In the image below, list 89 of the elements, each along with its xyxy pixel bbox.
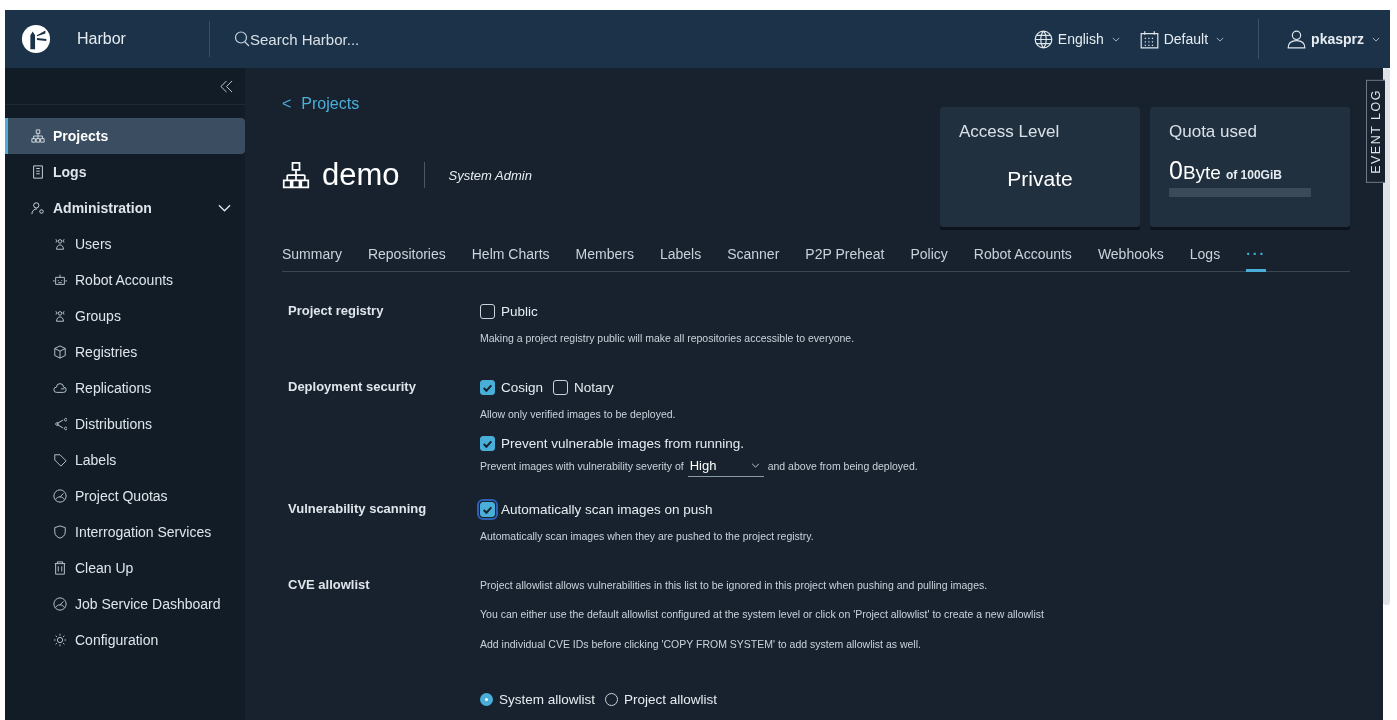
nav-item[interactable]: Users (5, 226, 245, 262)
help-text: Making a project registry public will make all repositories accessible to everyone. (480, 331, 855, 346)
hierarchy-icon (31, 129, 45, 143)
severity-select[interactable]: High (687, 455, 764, 477)
cloud-icon (53, 381, 67, 395)
calendar-icon (1139, 29, 1159, 49)
help-text: and above from being deployed. (767, 459, 918, 474)
nav-item[interactable]: Distributions (5, 406, 245, 442)
radio-option[interactable]: System allowlist (480, 691, 596, 707)
product-name: Harbor (77, 30, 126, 48)
quota-unit: Byte (1182, 162, 1221, 184)
tab[interactable]: Policy (910, 246, 948, 272)
quota-amount: 0 (1169, 156, 1183, 185)
scrollbar[interactable] (1383, 68, 1390, 605)
tab[interactable]: Members (575, 246, 634, 272)
card-title: Quota used (1169, 122, 1258, 142)
radio-option[interactable]: Project allowlist (605, 691, 718, 707)
caret-icon (750, 462, 760, 468)
event-log-tab[interactable]: EVENT LOG (1366, 80, 1385, 183)
help-text: Allow only verified images to be deployed. (480, 407, 677, 422)
lighthouse-logo-icon[interactable] (21, 24, 51, 54)
tab[interactable]: ··· (1246, 246, 1267, 272)
checkbox-option[interactable]: Cosign (480, 379, 544, 395)
tab[interactable]: Helm Charts (471, 246, 550, 272)
theme-menu[interactable]: Default (1129, 29, 1235, 49)
user-icon (1287, 29, 1307, 49)
nav-item[interactable]: Project Quotas (5, 478, 245, 514)
nav-item[interactable]: Interrogation Services (5, 514, 245, 550)
help-text: Project allowlist allows vulnerabilities in this list to be ignored in this project when pushing and pulling images. (480, 578, 989, 593)
checkbox-option[interactable]: Public (480, 303, 538, 319)
search-field[interactable]: Search Harbor... (250, 30, 510, 48)
nav-item[interactable]: Labels (5, 442, 245, 478)
nav-item[interactable]: Projects (5, 118, 245, 154)
tab[interactable]: Scanner (727, 246, 780, 272)
robot-icon (53, 273, 67, 287)
setting-label: Vulnerability scanning (288, 500, 428, 518)
people-icon (53, 237, 67, 251)
nav-item[interactable]: Registries (5, 334, 245, 370)
help-text: You can either use the default allowlist configured at the system level or click on 'Project allowlist' to create a new allowlist (480, 607, 1044, 622)
tab[interactable]: Logs (1189, 246, 1221, 272)
help-text: Automatically scan images when they are pushed to the project registry. (480, 529, 814, 544)
checkbox-option[interactable]: Automatically scan images on push (480, 501, 713, 517)
collapse-icon[interactable] (220, 79, 233, 93)
nav-item[interactable]: Clean Up (5, 550, 245, 586)
nav-item[interactable]: Job Service Dashboard (5, 586, 245, 622)
access-level-value: Private (1006, 167, 1074, 191)
tab[interactable]: Webhooks (1097, 246, 1164, 272)
gauge-icon (53, 597, 67, 611)
search-icon (234, 31, 250, 47)
caret-icon (1216, 36, 1225, 42)
nav-item[interactable]: Configuration (5, 622, 245, 658)
nav-item[interactable]: Robot Accounts (5, 262, 245, 298)
trash-icon (53, 561, 67, 575)
document-icon (31, 165, 45, 179)
checkbox-option[interactable]: Prevent vulnerable images from running. (480, 435, 745, 451)
project-title: demo (322, 157, 400, 193)
tab[interactable]: Labels (659, 246, 702, 272)
tag-icon (53, 453, 67, 467)
tab[interactable]: Robot Accounts (973, 246, 1072, 272)
help-text: Prevent images with vulnerability severity of (480, 459, 684, 474)
chevron-icon[interactable] (218, 204, 231, 212)
tab[interactable]: P2P Preheat (805, 246, 885, 272)
setting-label: Deployment security (288, 378, 417, 396)
setting-label: Project registry (288, 302, 385, 320)
nav-item[interactable]: Replications (5, 370, 245, 406)
people-icon (53, 309, 67, 323)
nav-item[interactable]: Groups (5, 298, 245, 334)
user-menu[interactable]: pkasprz (1277, 29, 1380, 49)
hierarchy-icon (282, 161, 310, 189)
language-menu[interactable]: English (1023, 29, 1130, 49)
tab[interactable]: Summary (282, 246, 342, 272)
globe-icon (1033, 29, 1053, 49)
breadcrumb-link[interactable]: < Projects (282, 95, 360, 113)
tab[interactable]: Repositories (367, 246, 446, 272)
share-icon (53, 417, 67, 431)
card-title: Access Level (959, 122, 1061, 142)
setting-label: CVE allowlist (288, 576, 371, 594)
nav-item[interactable]: Administration (5, 190, 245, 226)
caret-icon (1111, 36, 1120, 42)
checkbox-option[interactable]: Notary (553, 379, 614, 395)
nav-item[interactable]: Logs (5, 154, 245, 190)
help-text: Add individual CVE IDs before clicking 'COPY FROM SYSTEM' to add system allowlist as well. (480, 637, 922, 652)
caret-icon (1372, 36, 1380, 42)
user-gear-icon (31, 201, 45, 215)
quota-limit: of 100GiB (1225, 168, 1282, 182)
gauge-icon (53, 489, 67, 503)
cube-icon (53, 345, 67, 359)
shield-icon (53, 525, 67, 539)
role-label: System Admin (448, 167, 532, 183)
